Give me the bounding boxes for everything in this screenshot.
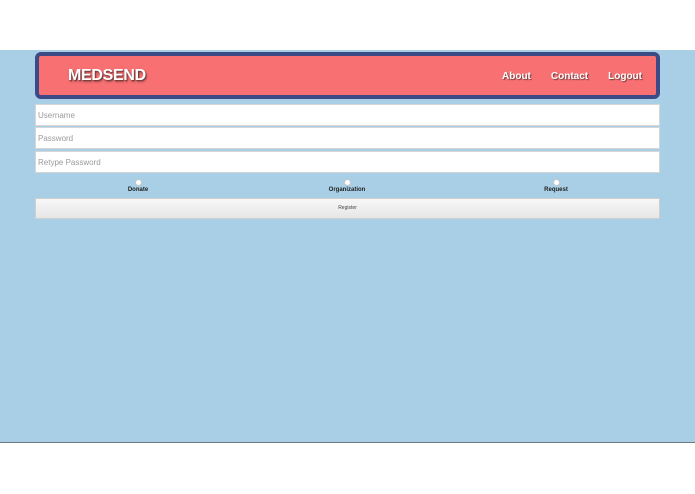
radio-option-organization[interactable]: Organization — [297, 177, 397, 193]
account-type-radio-group: Donate Organization Request — [35, 177, 660, 197]
radio-button-organization[interactable] — [343, 179, 351, 186]
radio-label-request: Request — [544, 187, 568, 193]
password-input[interactable] — [35, 127, 660, 149]
radio-label-organization: Organization — [328, 187, 366, 193]
nav-link-logout[interactable]: Logout — [608, 71, 642, 82]
nav-link-contact[interactable]: Contact — [551, 71, 588, 82]
radio-button-request[interactable] — [552, 179, 560, 186]
radio-button-donate[interactable] — [134, 179, 142, 186]
nav-link-about[interactable]: About — [502, 71, 531, 82]
register-button[interactable]: Register — [35, 198, 660, 219]
retype-password-input[interactable] — [35, 151, 660, 173]
page-background: MEDSEND About Contact Logout Donate Orga… — [0, 50, 695, 443]
nav-links: About Contact Logout — [502, 71, 642, 82]
radio-option-request[interactable]: Request — [506, 177, 606, 193]
username-input[interactable] — [35, 104, 660, 126]
brand-logo[interactable]: MEDSEND — [68, 67, 146, 85]
radio-label-donate: Donate — [127, 187, 149, 193]
navbar: MEDSEND About Contact Logout — [35, 52, 660, 99]
radio-option-donate[interactable]: Donate — [88, 177, 188, 193]
